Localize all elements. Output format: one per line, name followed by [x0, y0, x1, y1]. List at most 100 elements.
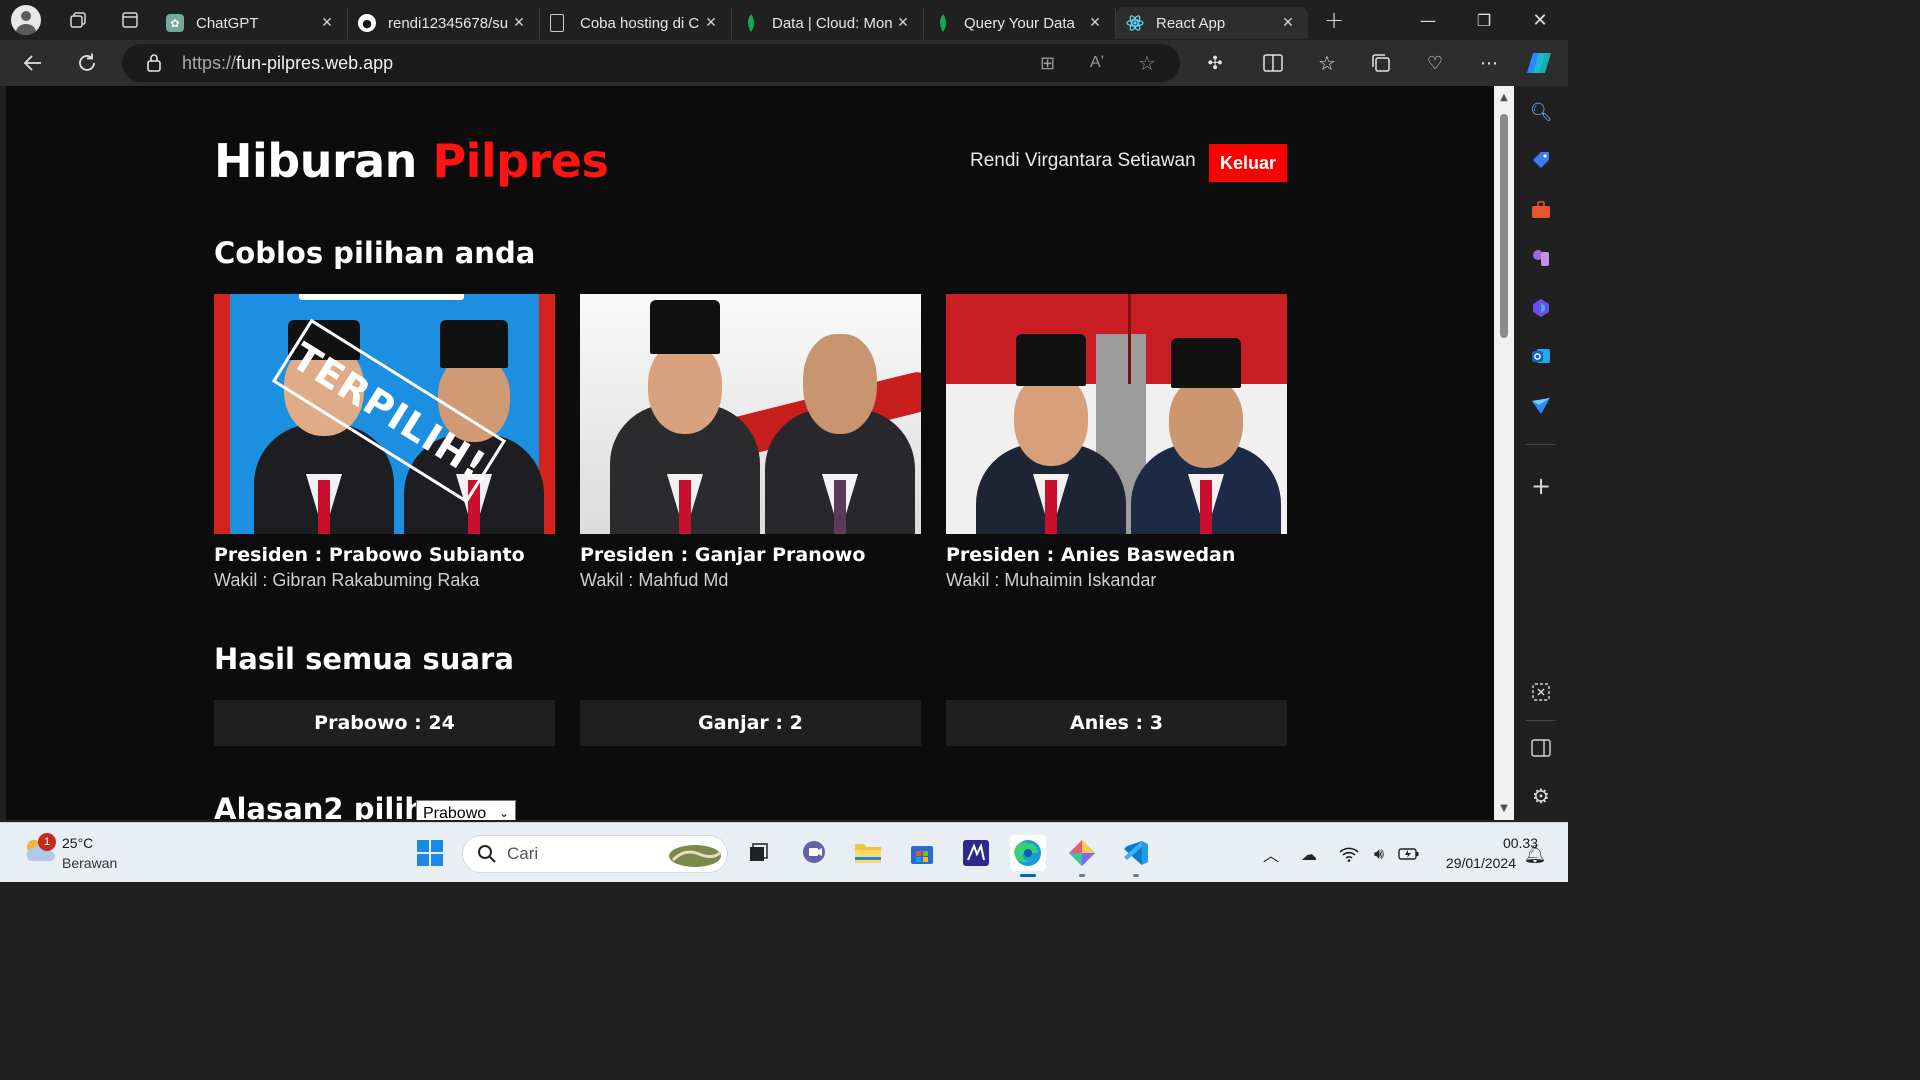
split-screen-button[interactable]: [1256, 46, 1290, 80]
result-ganjar: Ganjar : 2: [580, 700, 921, 746]
vote-section-title: Coblos pilihan anda: [214, 236, 536, 270]
logout-button[interactable]: Keluar: [1209, 144, 1287, 182]
microsoft-store-button[interactable]: [904, 835, 940, 871]
show-hidden-icons-chevron-up-icon[interactable]: ︿: [1260, 843, 1282, 865]
add-sidebar-app-icon[interactable]: +: [1529, 472, 1553, 500]
browser-tab-strip: ✿ ChatGPT ✕ ● rendi12345678/su ✕ Coba ho…: [0, 0, 1568, 40]
collections-button[interactable]: [1364, 46, 1398, 80]
edge-taskbar-button[interactable]: [1010, 835, 1046, 877]
minimize-button[interactable]: —: [1400, 0, 1456, 40]
sidebar-settings-gear-icon[interactable]: ⚙: [1529, 784, 1553, 808]
candidate-president: Presiden : Anies Baswedan: [946, 544, 1236, 566]
heart-pulse-icon: ♡: [1426, 52, 1444, 74]
wifi-icon[interactable]: [1338, 843, 1360, 865]
close-tab-icon[interactable]: ✕: [701, 15, 721, 31]
workspaces-button[interactable]: [52, 0, 104, 40]
browser-tab-active[interactable]: React App ✕: [1116, 7, 1308, 39]
volume-icon[interactable]: 🔊︎: [1368, 843, 1390, 865]
start-button[interactable]: [412, 835, 448, 871]
close-tab-icon[interactable]: ✕: [509, 15, 529, 31]
browser-tab[interactable]: ● rendi12345678/su ✕: [348, 7, 540, 39]
app-title-main: Hiburan: [214, 134, 417, 188]
browser-tab[interactable]: Coba hosting di C ✕: [540, 7, 732, 39]
outlook-icon[interactable]: [1529, 344, 1553, 368]
hide-sidebar-icon[interactable]: [1529, 736, 1553, 760]
page-scrollbar[interactable]: ▲ ▼: [1494, 86, 1514, 820]
browser-tab[interactable]: ✿ ChatGPT ✕: [156, 7, 348, 39]
close-window-button[interactable]: ✕: [1512, 0, 1568, 40]
browser-tab[interactable]: Data | Cloud: Mon ✕: [732, 7, 924, 39]
shopping-tag-icon[interactable]: [1529, 148, 1553, 172]
browser-essentials-button[interactable]: ♡: [1418, 46, 1452, 80]
diamond-app-icon: [1069, 840, 1095, 866]
settings-more-button[interactable]: ⋯: [1472, 46, 1506, 80]
tab-title: Query Your Data: [964, 14, 1075, 32]
reason-candidate-select[interactable]: Prabowo ⌄: [416, 800, 516, 820]
screenshot-icon[interactable]: [1529, 680, 1553, 704]
user-name: Rendi Virgantara Setiawan: [970, 150, 1196, 171]
candidate-photo[interactable]: TERPILIH!: [214, 294, 555, 534]
back-button[interactable]: [16, 46, 50, 80]
favorites-button[interactable]: ☆: [1310, 46, 1344, 80]
close-icon: ✕: [1532, 9, 1548, 31]
close-tab-icon[interactable]: ✕: [1085, 15, 1105, 31]
battery-charging-icon[interactable]: [1398, 843, 1420, 865]
chatgpt-icon: ✿: [166, 14, 184, 32]
close-tab-icon[interactable]: ✕: [893, 15, 913, 31]
file-explorer-button[interactable]: [850, 835, 886, 871]
vertical-tabs-button[interactable]: [104, 0, 156, 40]
refresh-button[interactable]: [70, 46, 104, 80]
weather-description[interactable]: Berawan: [62, 855, 117, 871]
clock-date[interactable]: 29/01/2024: [1436, 855, 1516, 871]
favorite-star-icon[interactable]: ☆: [1138, 51, 1156, 75]
notification-bell-icon[interactable]: 🔔︎: [1524, 843, 1547, 865]
candidate-vice: Wakil : Mahfud Md: [580, 570, 729, 590]
puzzle-icon: ✣: [1207, 52, 1223, 74]
weather-temperature[interactable]: 25°C: [62, 835, 93, 851]
search-icon[interactable]: 🔍︎: [1529, 100, 1553, 124]
teams-chat-button[interactable]: [796, 835, 832, 871]
address-bar[interactable]: https://fun-pilpres.web.app ⊞ A͏ʼ ☆: [122, 44, 1180, 82]
tools-icon[interactable]: [1529, 198, 1553, 222]
scroll-down-icon[interactable]: ▼: [1498, 803, 1510, 814]
copilot-button[interactable]: [1522, 46, 1556, 80]
scroll-up-icon[interactable]: ▲: [1498, 92, 1510, 103]
games-icon[interactable]: [1529, 246, 1553, 270]
candidate-card[interactable]: TERPILIH! Presiden : Prabowo Subianto Wa…: [214, 294, 555, 591]
reason-select-value: Prabowo: [423, 805, 487, 820]
reasons-section-title: Alasan2 pilih: [214, 792, 425, 820]
windows-taskbar: 1 25°C Berawan Cari ︿ ☁︎ 🔊︎ 00.33 29/01/…: [0, 822, 1568, 882]
microsoft-365-icon[interactable]: [1529, 296, 1553, 320]
app-mathpix-button[interactable]: [958, 835, 994, 871]
read-aloud-icon[interactable]: A͏ʼ: [1090, 54, 1104, 72]
extensions-button[interactable]: ✣: [1198, 46, 1232, 80]
browser-tab[interactable]: Query Your Data ✕: [924, 7, 1116, 39]
url-text[interactable]: https://fun-pilpres.web.app: [182, 53, 393, 74]
new-tab-button[interactable]: +: [1308, 0, 1360, 40]
vscode-button[interactable]: [1118, 835, 1154, 877]
close-tab-icon[interactable]: ✕: [1278, 15, 1298, 31]
onedrive-cloud-icon[interactable]: ☁︎: [1298, 843, 1320, 865]
profile-button[interactable]: [0, 0, 52, 40]
restore-button[interactable]: ❐: [1456, 0, 1512, 40]
react-icon: [1126, 14, 1144, 32]
tab-title: Data | Cloud: Mon: [772, 14, 893, 32]
tab-actions-icon: [122, 12, 138, 28]
candidate-card[interactable]: Presiden : Ganjar Pranowo Wakil : Mahfud…: [580, 294, 921, 591]
candidate-card[interactable]: Presiden : Anies Baswedan Wakil : Muhaim…: [946, 294, 1287, 591]
gitkraken-button[interactable]: [1064, 835, 1100, 877]
task-view-button[interactable]: [740, 835, 776, 871]
close-tab-icon[interactable]: ✕: [317, 15, 337, 31]
candidate-photo[interactable]: [580, 294, 921, 534]
taskbar-search-box[interactable]: Cari: [462, 835, 728, 873]
mongodb-leaf-icon: [934, 14, 952, 32]
app-available-icon[interactable]: ⊞: [1040, 53, 1055, 74]
drop-send-icon[interactable]: [1529, 394, 1553, 418]
candidate-photo[interactable]: [946, 294, 1287, 534]
refresh-icon: [79, 53, 95, 71]
chevron-down-icon: ⌄: [498, 806, 509, 820]
lock-icon[interactable]: [146, 53, 162, 73]
minimize-icon: —: [1420, 10, 1436, 30]
scrollbar-thumb[interactable]: [1500, 114, 1508, 338]
search-icon: [478, 845, 496, 863]
